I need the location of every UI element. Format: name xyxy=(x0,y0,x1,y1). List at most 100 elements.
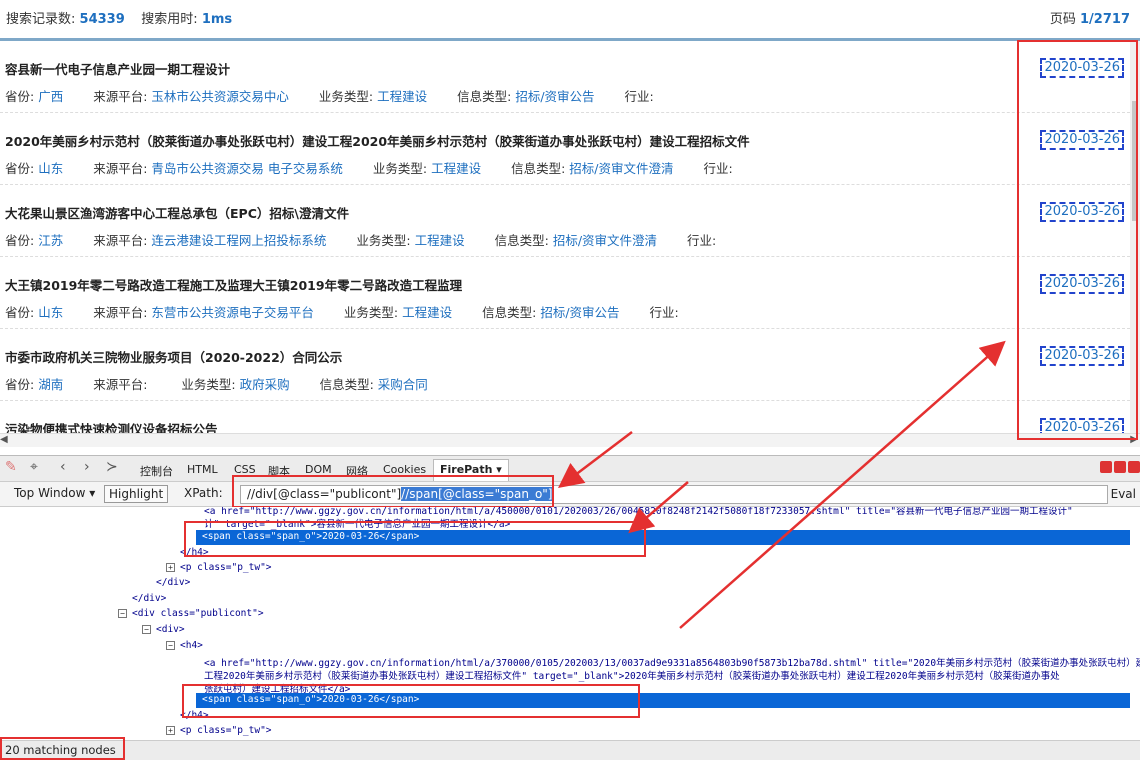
eval-button[interactable]: Eval xyxy=(1111,487,1136,501)
annotation-box-xpath xyxy=(232,475,554,508)
list-item: 污染物便携式快速检测仪设备招标公告 2020-03-26 xyxy=(0,401,1130,433)
results-list: 容县新一代电子信息产业园一期工程设计 省份: 广西 来源平台: 玉林市公共资源交… xyxy=(0,41,1130,433)
industry-label: 行业: xyxy=(703,161,733,176)
biz-type-link[interactable]: 工程建设 xyxy=(402,305,452,320)
annotation-box-node-2 xyxy=(182,684,640,718)
close-icon[interactable] xyxy=(1128,461,1140,473)
result-title[interactable]: 容县新一代电子信息产业园一期工程设计 xyxy=(5,59,230,78)
province-link[interactable]: 广西 xyxy=(38,89,63,104)
top-window-dropdown[interactable]: Top Window ▾ xyxy=(10,485,99,501)
back-icon[interactable]: ‹ xyxy=(60,459,66,475)
info-type-label: 信息类型: xyxy=(482,305,537,320)
info-type-link[interactable]: 招标/资审文件澄清 xyxy=(569,161,673,176)
annotation-box-dates xyxy=(1017,40,1138,440)
pagination: 页码 1/2717 xyxy=(1050,8,1130,27)
info-type-link[interactable]: 招标/资审文件澄清 xyxy=(553,233,657,248)
annotation-box-status xyxy=(0,737,125,760)
result-title[interactable]: 市委市政府机关三院物业服务项目（2020-2022）合同公示 xyxy=(5,347,342,366)
result-meta: 省份: 山东 来源平台: 东营市公共资源电子交易平台 业务类型: 工程建设 信息… xyxy=(5,302,679,321)
list-item: 大花果山景区渔湾游客中心工程总承包（EPC）招标\澄清文件 省份: 江苏 来源平… xyxy=(0,185,1130,257)
province-link[interactable]: 山东 xyxy=(38,305,63,320)
biz-type-label: 业务类型: xyxy=(356,233,411,248)
page-label: 页码 xyxy=(1049,12,1076,27)
source-line: <h4> xyxy=(180,640,203,651)
collapse-icon[interactable]: − xyxy=(118,609,127,618)
province-label: 省份: xyxy=(5,89,35,104)
search-stats: 搜索记录数: 54339 搜索用时: 1ms xyxy=(6,8,232,27)
tab-console[interactable]: 控制台 xyxy=(140,463,173,479)
source-link[interactable]: 青岛市公共资源交易 电子交易系统 xyxy=(151,161,342,176)
province-link[interactable]: 湖南 xyxy=(38,377,63,392)
industry-label: 行业: xyxy=(649,305,679,320)
province-label: 省份: xyxy=(5,377,35,392)
province-link[interactable]: 江苏 xyxy=(38,233,63,248)
result-meta: 省份: 湖南 来源平台: 业务类型: 政府采购 信息类型: 采购合同 xyxy=(5,374,428,393)
info-type-link[interactable]: 招标/资审公告 xyxy=(540,305,619,320)
expand-icon[interactable]: + xyxy=(166,726,175,735)
firebug-toolbar: ✎ ⌖ ‹ › ≻ 控制台 HTML CSS 脚本 DOM 网络 Cookies… xyxy=(0,455,1140,481)
source-line: <a href="http://www.ggzy.gov.cn/informat… xyxy=(204,658,1140,669)
collapse-icon[interactable]: − xyxy=(142,625,151,634)
info-type-link[interactable]: 招标/资审公告 xyxy=(515,89,594,104)
source-line: <div> xyxy=(156,624,185,635)
source-label: 来源平台: xyxy=(93,377,148,392)
biz-type-link[interactable]: 工程建设 xyxy=(377,89,427,104)
forward-icon[interactable]: › xyxy=(84,459,90,475)
biz-type-label: 业务类型: xyxy=(372,161,428,176)
search-stats-bar: 搜索记录数: 54339 搜索用时: 1ms 页码 1/2717 xyxy=(0,0,1140,38)
industry-label: 行业: xyxy=(624,89,654,104)
biz-type-label: 业务类型: xyxy=(318,89,374,104)
source-label: 来源平台: xyxy=(93,305,148,320)
source-link[interactable]: 连云港建设工程网上招投标系统 xyxy=(151,233,326,248)
biz-type-link[interactable]: 工程建设 xyxy=(431,161,481,176)
list-item: 2020年美丽乡村示范村（胶莱街道办事处张跃屯村）建设工程2020年美丽乡村示范… xyxy=(0,113,1130,185)
source-label: 来源平台: xyxy=(93,233,148,248)
source-line: 工程2020年美丽乡村示范村（胶莱街道办事处张跃屯村）建设工程招标文件" tar… xyxy=(204,671,1060,682)
detach-icon[interactable] xyxy=(1114,461,1126,473)
source-line: </div> xyxy=(156,577,191,588)
source-label: 来源平台: xyxy=(93,161,148,176)
biz-type-label: 业务类型: xyxy=(343,305,399,320)
result-meta: 省份: 山东 来源平台: 青岛市公共资源交易 电子交易系统 业务类型: 工程建设… xyxy=(5,158,733,177)
firebug-icon[interactable]: ✎ xyxy=(5,459,17,475)
expand-icon[interactable]: + xyxy=(166,563,175,572)
record-count: 54339 xyxy=(79,12,125,27)
minimize-icon[interactable] xyxy=(1100,461,1112,473)
biz-type-link[interactable]: 工程建设 xyxy=(415,233,465,248)
biz-type-link[interactable]: 政府采购 xyxy=(240,377,290,392)
xpath-bar: Top Window ▾ Highlight XPath: //div[@cla… xyxy=(0,481,1140,507)
highlight-button[interactable]: Highlight xyxy=(104,485,169,503)
scroll-left-icon[interactable]: ◀ xyxy=(0,434,8,445)
result-title[interactable]: 污染物便携式快速检测仪设备招标公告 xyxy=(5,419,218,433)
list-item: 市委市政府机关三院物业服务项目（2020-2022）合同公示 省份: 湖南 来源… xyxy=(0,329,1130,401)
page: { "stats": { "count_label": "搜索记录数:", "c… xyxy=(0,0,1140,760)
list-item: 容县新一代电子信息产业园一期工程设计 省份: 广西 来源平台: 玉林市公共资源交… xyxy=(0,41,1130,113)
annotation-box-node-1 xyxy=(184,521,646,557)
command-line-icon[interactable]: ≻ xyxy=(106,459,118,475)
inspect-icon[interactable]: ⌖ xyxy=(30,459,38,475)
page-number: 1/2717 xyxy=(1080,12,1130,27)
source-label: 来源平台: xyxy=(93,89,148,104)
province-link[interactable]: 山东 xyxy=(38,161,63,176)
industry-label: 行业: xyxy=(687,233,717,248)
source-line: <p class="p_tw"> xyxy=(180,725,272,736)
info-type-label: 信息类型: xyxy=(511,161,566,176)
source-link[interactable]: 玉林市公共资源交易中心 xyxy=(151,89,289,104)
source-line: </div> xyxy=(132,593,167,604)
source-line: <p class="p_tw"> xyxy=(180,562,272,573)
biz-type-label: 业务类型: xyxy=(181,377,236,392)
collapse-icon[interactable]: − xyxy=(166,641,175,650)
record-count-label: 搜索记录数: xyxy=(6,12,76,27)
result-title[interactable]: 大花果山景区渔湾游客中心工程总承包（EPC）招标\澄清文件 xyxy=(5,203,349,222)
search-time-label: 搜索用时: xyxy=(141,12,198,27)
result-title[interactable]: 大王镇2019年零二号路改造工程施工及监理大王镇2019年零二号路改造工程监理 xyxy=(5,275,462,294)
result-title[interactable]: 2020年美丽乡村示范村（胶莱街道办事处张跃屯村）建设工程2020年美丽乡村示范… xyxy=(5,131,750,150)
tab-html[interactable]: HTML xyxy=(187,463,218,476)
search-time: 1ms xyxy=(201,12,233,27)
source-link[interactable]: 东营市公共资源电子交易平台 xyxy=(151,305,314,320)
info-type-label: 信息类型: xyxy=(457,89,512,104)
horizontal-scrollbar[interactable]: ◀ ▶ xyxy=(0,433,1140,447)
info-type-link[interactable]: 采购合同 xyxy=(378,377,428,392)
info-type-label: 信息类型: xyxy=(319,377,374,392)
province-label: 省份: xyxy=(5,161,35,176)
